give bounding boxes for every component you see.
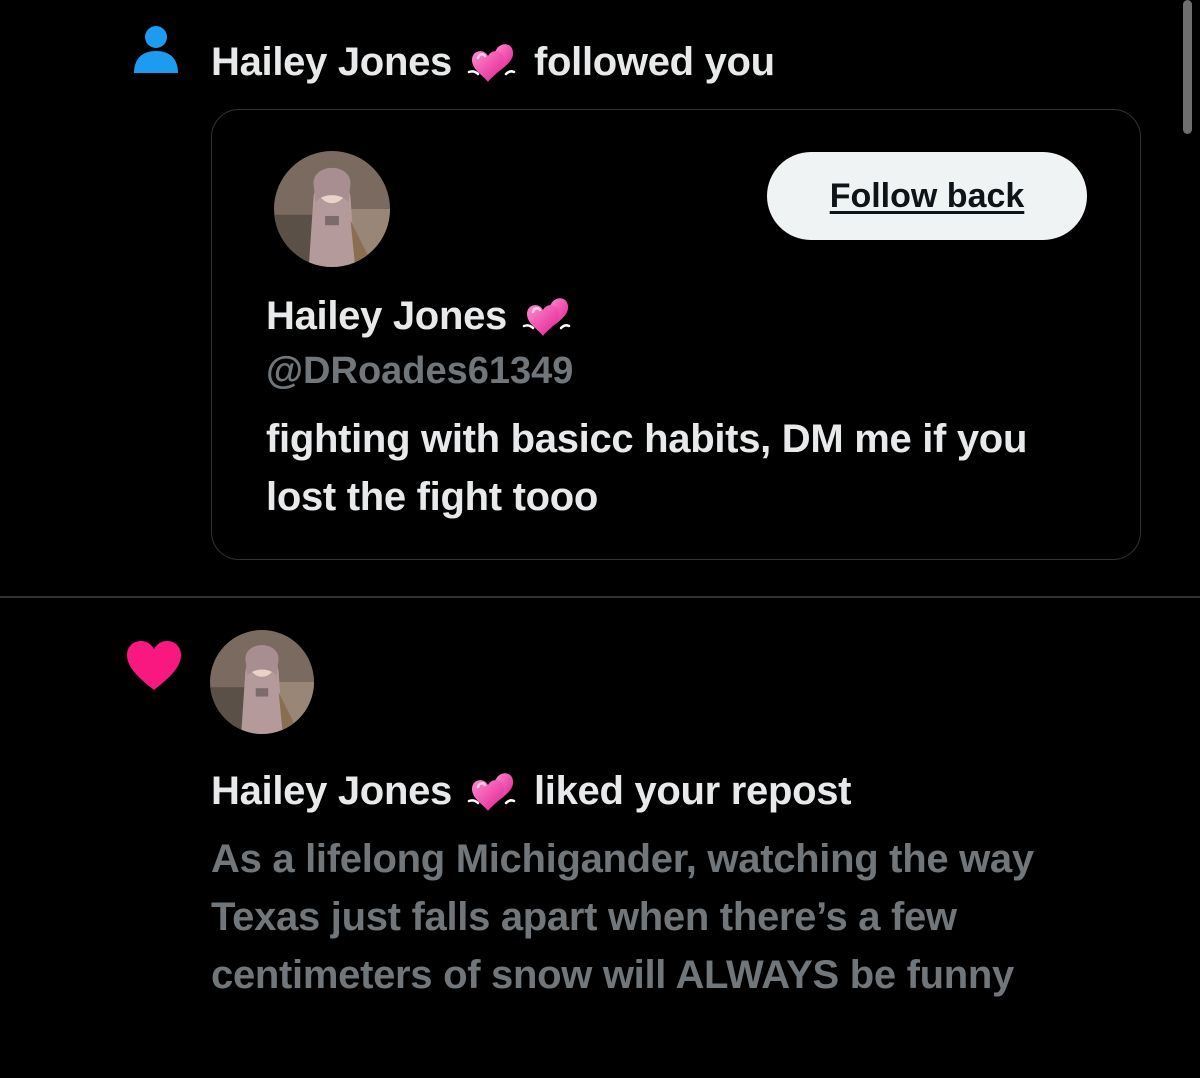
scrollbar[interactable] (1183, 0, 1192, 134)
action-text: followed you (533, 40, 775, 84)
heart-icon (124, 638, 184, 694)
avatar[interactable] (274, 151, 390, 267)
person-icon (130, 23, 182, 75)
actor-name[interactable]: Hailey Jones (211, 765, 452, 817)
follow-back-button[interactable]: Follow back (767, 152, 1087, 240)
avatar[interactable] (210, 630, 314, 734)
action-text: liked your repost (533, 769, 852, 813)
user-name[interactable]: Hailey Jones (266, 290, 507, 342)
notification-header: Hailey Jones liked your repost (211, 765, 852, 817)
divider (0, 596, 1200, 598)
post-text[interactable]: As a lifelong Michigander, watching the … (211, 830, 1111, 1004)
notification-header: Hailey Jones followed you (211, 36, 775, 88)
two-hearts-emoji (522, 296, 571, 338)
user-bio: fighting with basicc habits, DM me if yo… (266, 417, 1028, 519)
two-hearts-emoji (467, 42, 516, 84)
user-handle[interactable]: @DRoades61349 (266, 346, 573, 396)
two-hearts-emoji (467, 771, 516, 813)
actor-name[interactable]: Hailey Jones (211, 36, 452, 88)
card-user-name: Hailey Jones (266, 290, 571, 342)
